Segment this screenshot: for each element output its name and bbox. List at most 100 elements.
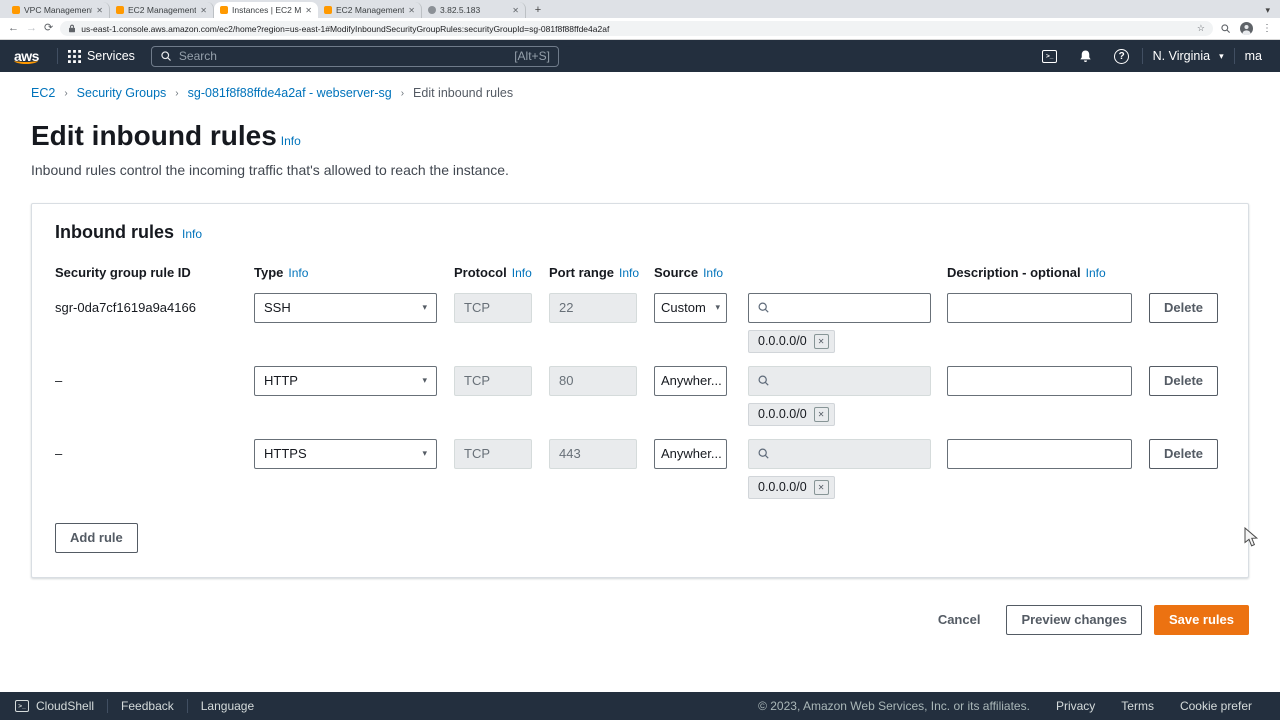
page-title-info-link[interactable]: Info (281, 134, 301, 148)
footer-privacy-link[interactable]: Privacy (1043, 699, 1108, 713)
port-range-info-link[interactable]: Info (619, 266, 639, 280)
type-select-value: SSH (264, 300, 291, 315)
source-type-value: Custom (661, 300, 706, 315)
search-shortcut: [Alt+S] (514, 49, 550, 63)
tab-close-icon[interactable]: ✕ (512, 6, 519, 15)
chevron-down-icon: ▾ (422, 375, 427, 386)
source-type-select[interactable]: Anywher...▾ (654, 366, 727, 396)
browser-tab[interactable]: EC2 Management Console ✕ (110, 2, 214, 18)
aws-logo[interactable]: aws (10, 48, 43, 64)
search-icon (757, 301, 770, 314)
footer-terms-link[interactable]: Terms (1108, 699, 1167, 713)
url-bar[interactable]: us-east-1.console.aws.amazon.com/ec2/hom… (60, 21, 1213, 36)
breadcrumb-security-groups[interactable]: Security Groups (77, 86, 167, 100)
description-input[interactable] (947, 439, 1132, 469)
browser-tab[interactable]: 3.82.5.183 ✕ (422, 2, 526, 18)
breadcrumb: EC2 › Security Groups › sg-081f8f88ffde4… (31, 86, 1249, 100)
source-search-field[interactable] (748, 439, 931, 469)
cidr-remove-icon[interactable]: ✕ (814, 407, 829, 422)
breadcrumb-separator: › (175, 88, 178, 99)
description-input[interactable] (947, 293, 1132, 323)
notifications-button[interactable] (1068, 40, 1104, 72)
delete-rule-button[interactable]: Delete (1149, 439, 1218, 469)
browser-tab[interactable]: EC2 Management Console ✕ (318, 2, 422, 18)
footer-language[interactable]: Language (188, 699, 267, 713)
region-selector[interactable]: N. Virginia ▾ (1145, 40, 1232, 72)
breadcrumb-separator: › (64, 88, 67, 99)
card-title: Inbound rulesInfo (55, 222, 1225, 243)
delete-rule-button[interactable]: Delete (1149, 293, 1218, 323)
browser-tab[interactable]: VPC Management Console ✕ (6, 2, 110, 18)
source-info-link[interactable]: Info (703, 266, 723, 280)
breadcrumb-ec2[interactable]: EC2 (31, 86, 55, 100)
console-search-input[interactable]: Search [Alt+S] (151, 46, 559, 67)
delete-rule-button[interactable]: Delete (1149, 366, 1218, 396)
cidr-tag-label: 0.0.0.0/0 (758, 480, 807, 494)
tab-label: 3.82.5.183 (440, 5, 508, 15)
description-input[interactable] (947, 366, 1132, 396)
help-button[interactable]: ? (1104, 40, 1140, 72)
cidr-tag-label: 0.0.0.0/0 (758, 407, 807, 421)
breadcrumb-security-group-id[interactable]: sg-081f8f88ffde4a2af - webserver-sg (188, 86, 392, 100)
source-search-field[interactable] (748, 366, 931, 396)
col-header-rule-id: Security group rule ID (55, 265, 254, 280)
tab-label: Instances | EC2 Management C (232, 5, 301, 15)
tab-close-icon[interactable]: ✕ (408, 6, 415, 15)
type-select[interactable]: HTTP▾ (254, 366, 437, 396)
port-input (549, 439, 637, 469)
browser-tab[interactable]: Instances | EC2 Management C ✕ (214, 2, 318, 18)
tab-search-caret-icon[interactable]: ▾ (1265, 5, 1270, 16)
type-info-link[interactable]: Info (288, 266, 308, 280)
forward-icon[interactable]: → (26, 23, 37, 34)
browser-menu-icon[interactable]: ⋮ (1262, 23, 1272, 34)
tab-favicon (428, 6, 436, 14)
profile-avatar[interactable] (1240, 22, 1253, 35)
footer-cookie-link[interactable]: Cookie prefer (1167, 699, 1265, 713)
tab-close-icon[interactable]: ✕ (305, 6, 312, 15)
bookmark-star-icon[interactable]: ☆ (1197, 23, 1205, 34)
port-input (549, 366, 637, 396)
source-type-select[interactable]: Custom▾ (654, 293, 727, 323)
search-icon (757, 374, 770, 387)
rule-row: sgr-0da7cf1619a9a4166 SSH▾ Custom▾ Delet… (55, 293, 1225, 353)
tab-close-icon[interactable]: ✕ (200, 6, 207, 15)
tab-close-icon[interactable]: ✕ (96, 6, 103, 15)
tab-favicon (116, 6, 124, 14)
source-search-field[interactable] (748, 293, 931, 323)
source-type-select[interactable]: Anywher...▾ (654, 439, 727, 469)
services-grid-icon (68, 50, 81, 63)
footer-copyright: © 2023, Amazon Web Services, Inc. or its… (745, 699, 1043, 713)
footer-feedback[interactable]: Feedback (108, 699, 187, 713)
form-actions: Cancel Preview changes Save rules (31, 605, 1249, 635)
cidr-remove-icon[interactable]: ✕ (814, 480, 829, 495)
reload-icon[interactable]: ⟳ (44, 23, 53, 34)
protocol-info-link[interactable]: Info (512, 266, 532, 280)
cancel-button[interactable]: Cancel (924, 612, 995, 627)
services-label: Services (87, 49, 135, 63)
preview-changes-button[interactable]: Preview changes (1006, 605, 1142, 635)
services-menu[interactable]: Services (60, 40, 143, 72)
inbound-rules-card: Inbound rulesInfo Security group rule ID… (31, 203, 1249, 578)
cloudshell-button[interactable]: >_ (1032, 40, 1068, 72)
new-tab-button[interactable]: + (530, 2, 546, 18)
search-placeholder: Search (179, 49, 217, 63)
type-select[interactable]: HTTPS▾ (254, 439, 437, 469)
account-menu[interactable]: ma (1237, 40, 1270, 72)
footer-cloudshell[interactable]: >_ CloudShell (15, 699, 107, 713)
col-header-source: SourceInfo (654, 265, 947, 280)
rule-id: – (55, 373, 254, 388)
extensions-icon[interactable] (1220, 23, 1231, 34)
save-rules-button[interactable]: Save rules (1154, 605, 1249, 635)
description-info-link[interactable]: Info (1086, 266, 1106, 280)
type-select[interactable]: SSH▾ (254, 293, 437, 323)
add-rule-button[interactable]: Add rule (55, 523, 138, 553)
card-title-info-link[interactable]: Info (182, 227, 202, 241)
browser-tab-strip: VPC Management Console ✕ EC2 Management … (0, 0, 1280, 18)
region-label: N. Virginia (1153, 49, 1210, 63)
page-title: Edit inbound rulesInfo (31, 121, 1249, 152)
type-select-value: HTTPS (264, 446, 307, 461)
browser-address-bar: ← → ⟳ us-east-1.console.aws.amazon.com/e… (0, 18, 1280, 40)
col-header-port-range: Port rangeInfo (549, 265, 654, 280)
back-icon[interactable]: ← (8, 23, 19, 34)
cidr-remove-icon[interactable]: ✕ (814, 334, 829, 349)
